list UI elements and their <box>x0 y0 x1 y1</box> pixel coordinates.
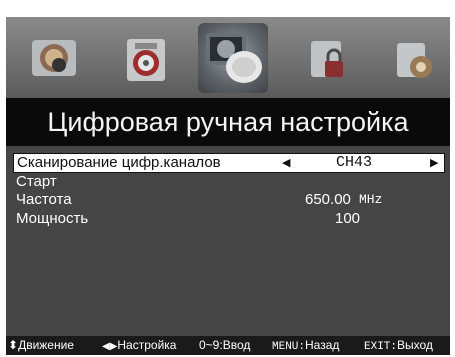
settings-list: Сканирование цифр.каналов ◀ CH43 ▶ Старт… <box>6 146 450 336</box>
menu-label: Назад <box>305 338 340 352</box>
menu-hint: MENU:Назад <box>272 336 339 357</box>
updown-icon: ⬍ <box>8 338 19 352</box>
lock-icon[interactable] <box>300 32 356 88</box>
leftright-icon: ◀▶ <box>102 341 118 352</box>
arrow-right-icon[interactable]: ▶ <box>430 154 438 172</box>
footer-help-bar: ⬍Движение ◀▶Настройка 0~9:Ввод MENU:Наза… <box>6 336 450 355</box>
input-key: 0~9: <box>199 338 223 352</box>
frequency-label: Частота <box>16 191 72 208</box>
start-label: Старт <box>16 173 57 190</box>
menu-key: MENU: <box>272 341 306 353</box>
picture-icon[interactable] <box>26 32 82 88</box>
power-value: 100 <box>335 210 361 227</box>
adjust-label: Настройка <box>117 338 177 352</box>
scan-channel-label: Сканирование цифр.каналов <box>17 154 221 171</box>
power-label: Мощность <box>16 210 89 227</box>
menu-frame: Цифровая ручная настройка Сканирование ц… <box>6 17 450 355</box>
move-hint: ⬍Движение <box>8 336 74 355</box>
scan-channel-value: CH43 <box>336 154 373 171</box>
sound-icon[interactable] <box>118 32 174 88</box>
input-hint: 0~9:Ввод <box>199 336 250 355</box>
input-label: Ввод <box>222 338 251 352</box>
page-title: Цифровая ручная настройка <box>6 98 450 146</box>
exit-key: EXIT: <box>364 341 398 353</box>
exit-hint: EXIT:Выход <box>364 336 433 357</box>
exit-label: Выход <box>397 338 433 352</box>
setup-icon[interactable] <box>386 32 442 88</box>
channel-icon[interactable] <box>198 23 268 93</box>
arrow-left-icon[interactable]: ◀ <box>282 154 290 172</box>
frequency-value: 650.00 <box>305 191 351 208</box>
move-label: Движение <box>18 338 74 352</box>
menu-icon-bar <box>6 17 450 98</box>
adjust-hint: ◀▶Настройка <box>102 336 176 356</box>
scan-channel-row[interactable]: Сканирование цифр.каналов ◀ CH43 ▶ <box>13 153 445 173</box>
frequency-row: Частота 650.00 MHz <box>13 191 443 209</box>
start-row[interactable]: Старт <box>13 173 443 191</box>
frequency-unit: MHz <box>359 192 383 207</box>
power-row: Мощность 100 <box>13 210 443 228</box>
